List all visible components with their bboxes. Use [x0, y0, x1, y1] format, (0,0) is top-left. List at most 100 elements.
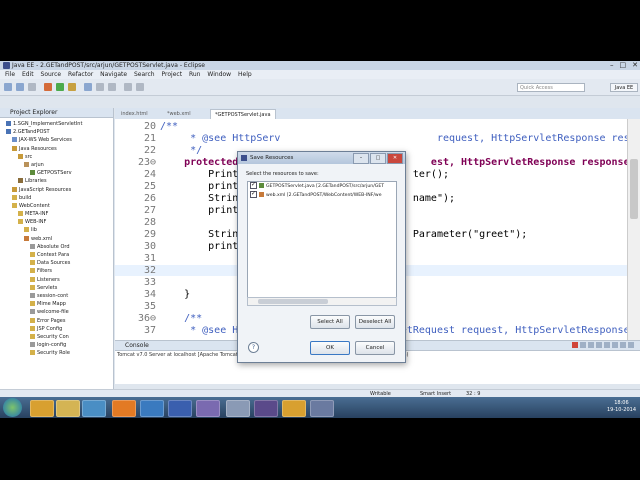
close-icon[interactable]: ✕ — [632, 61, 638, 70]
tree-item[interactable]: Error Pages — [0, 317, 113, 325]
menu-project[interactable]: Project — [162, 71, 183, 78]
resource-list-scroll-thumb[interactable] — [258, 299, 328, 304]
tab-index-html[interactable]: index.html — [121, 109, 148, 119]
display-console-icon[interactable] — [612, 342, 618, 348]
tree-item[interactable]: Absolute Ord — [0, 243, 113, 251]
tree-item[interactable]: lib — [0, 226, 113, 234]
clear-console-icon[interactable] — [588, 342, 594, 348]
tree-item[interactable]: JAX-WS Web Services — [0, 136, 113, 144]
dialog-minimize-icon[interactable]: – — [353, 153, 369, 164]
tree-item[interactable]: welcome-file — [0, 308, 113, 316]
minimize-icon[interactable]: – — [610, 61, 614, 70]
taskbar-app2-icon[interactable] — [196, 400, 220, 417]
tree-item[interactable]: Context Para — [0, 251, 113, 259]
code-line[interactable]: 21 * @see HttpServ request, HttpServletR… — [115, 133, 640, 144]
menu-edit[interactable]: Edit — [22, 71, 34, 78]
help-icon[interactable]: ? — [248, 342, 259, 353]
external-tools-icon[interactable] — [68, 83, 76, 91]
start-button[interactable] — [3, 398, 22, 417]
taskbar-folder-icon[interactable] — [56, 400, 80, 417]
taskbar-app5-icon[interactable] — [310, 400, 334, 417]
save-icon[interactable] — [16, 83, 24, 91]
tree-item[interactable]: Filters — [0, 267, 113, 275]
maximize-icon[interactable]: □ — [620, 61, 627, 70]
deselect-all-button[interactable]: Deselect All — [355, 315, 395, 329]
open-type-icon[interactable] — [96, 83, 104, 91]
run-icon[interactable] — [56, 83, 64, 91]
tree-item[interactable]: Data Sources — [0, 259, 113, 267]
menu-window[interactable]: Window — [207, 71, 231, 78]
tree-item[interactable]: GETPOSTServ — [0, 169, 113, 177]
tree-item[interactable]: Listeners — [0, 276, 113, 284]
taskbar-powerpoint-icon[interactable] — [140, 400, 164, 417]
tree-item[interactable]: JavaScript Resources — [0, 186, 113, 194]
resource-item[interactable]: web.xml [2.GETandPOST/WebContent/WEB-INF… — [248, 189, 396, 200]
tree-item[interactable]: src — [0, 153, 113, 161]
open-console-icon[interactable] — [620, 342, 626, 348]
tree-item[interactable]: META-INF — [0, 210, 113, 218]
new-icon[interactable] — [4, 83, 12, 91]
scroll-lock-icon[interactable] — [596, 342, 602, 348]
tree-item[interactable]: WEB-INF — [0, 218, 113, 226]
resource-item[interactable]: GETPOSTServlet.java [2.GETandPOST/src/ar… — [248, 182, 396, 191]
project-explorer-tab[interactable]: Project Explorer — [0, 108, 113, 118]
save-all-icon[interactable] — [28, 83, 36, 91]
resource-checkbox[interactable] — [250, 189, 257, 198]
menu-search[interactable]: Search — [134, 71, 155, 78]
select-all-button[interactable]: Select All — [310, 315, 350, 329]
tree-item[interactable]: arjun — [0, 161, 113, 169]
taskbar-app-icon[interactable] — [82, 400, 106, 417]
new-java-class-icon[interactable] — [84, 83, 92, 91]
tree-item[interactable]: WebContent — [0, 202, 113, 210]
tree-item[interactable]: 1.SGN_ImplementServletInt — [0, 120, 113, 128]
taskbar-media-icon[interactable] — [30, 400, 54, 417]
debug-icon[interactable] — [44, 83, 52, 91]
tree-item[interactable]: session-cont — [0, 292, 113, 300]
perspective-java-ee[interactable]: Java EE — [610, 83, 638, 92]
code-line[interactable]: 20 /** — [115, 121, 627, 132]
menu-help[interactable]: Help — [238, 71, 252, 78]
ok-button[interactable]: OK — [310, 341, 350, 355]
tree-item[interactable]: Security Role — [0, 349, 113, 357]
search-icon[interactable] — [108, 83, 116, 91]
tree-node-icon — [30, 317, 35, 323]
dialog-maximize-icon[interactable]: □ — [370, 153, 386, 164]
taskbar-eclipse-icon[interactable] — [254, 400, 278, 417]
tree-item[interactable]: JSP Config — [0, 325, 113, 333]
tree-item[interactable]: web.xml — [0, 235, 113, 243]
taskbar-clock[interactable]: 18:06 19-10-2014 — [607, 400, 636, 414]
cancel-button[interactable]: Cancel — [355, 341, 395, 355]
tab-web-xml[interactable]: *web.xml — [167, 109, 191, 119]
remove-launch-icon[interactable] — [580, 342, 586, 348]
console-title[interactable]: Console — [125, 342, 149, 349]
quick-access-input[interactable]: Quick Access — [517, 83, 585, 92]
resource-list-scrollbar[interactable] — [247, 297, 397, 306]
resource-checkbox[interactable] — [250, 182, 257, 189]
menu-source[interactable]: Source — [41, 71, 62, 78]
pin-console-icon[interactable] — [604, 342, 610, 348]
terminate-icon[interactable] — [572, 342, 578, 348]
tree-item[interactable]: Libraries — [0, 177, 113, 185]
menu-file[interactable]: File — [5, 71, 15, 78]
menu-run[interactable]: Run — [189, 71, 201, 78]
tree-item[interactable]: login-config — [0, 341, 113, 349]
dialog-close-icon[interactable]: ✕ — [387, 153, 403, 164]
tree-item[interactable]: build — [0, 194, 113, 202]
editor-vertical-scrollbar[interactable] — [627, 119, 640, 341]
navigate-back-icon[interactable] — [124, 83, 132, 91]
taskbar-word-icon[interactable] — [168, 400, 192, 417]
taskbar-vlc-icon[interactable] — [112, 400, 136, 417]
navigate-forward-icon[interactable] — [136, 83, 144, 91]
tree-item[interactable]: Java Resources — [0, 145, 113, 153]
tree-item[interactable]: Mime Mapp — [0, 300, 113, 308]
tree-item[interactable]: 2.GETandPOST — [0, 128, 113, 136]
tree-item[interactable]: Security Con — [0, 333, 113, 341]
taskbar-app3-icon[interactable] — [226, 400, 250, 417]
tree-item-label: Java Resources — [19, 145, 57, 152]
menu-refactor[interactable]: Refactor — [68, 71, 93, 78]
editor-scroll-thumb[interactable] — [630, 159, 638, 219]
taskbar-app4-icon[interactable] — [282, 400, 306, 417]
minimize-view-icon[interactable] — [628, 342, 634, 348]
menu-navigate[interactable]: Navigate — [100, 71, 127, 78]
tree-item[interactable]: Servlets — [0, 284, 113, 292]
